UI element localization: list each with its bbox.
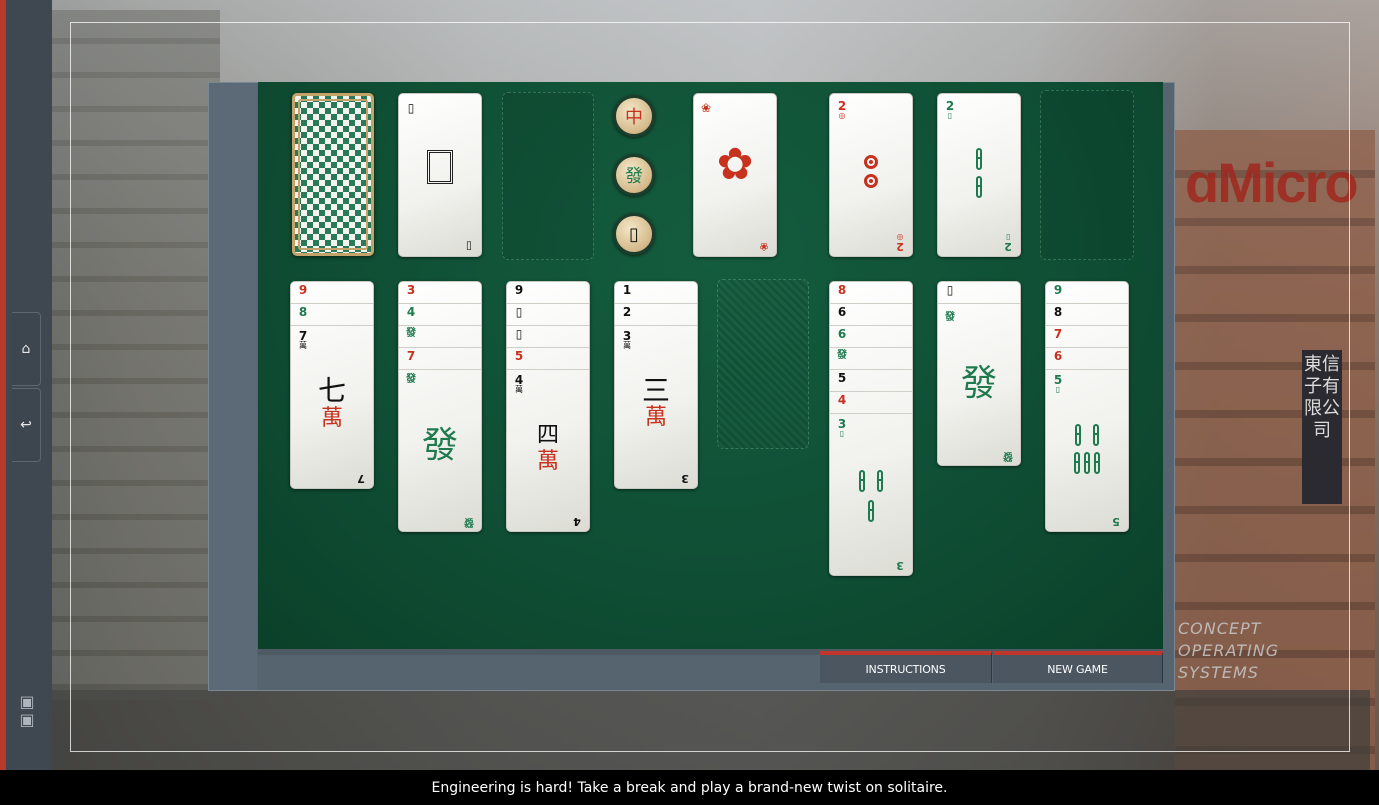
strip-rank: ▯ [515,305,523,319]
strip-rank: 8 [837,283,847,297]
instructions-button[interactable]: INSTRUCTIONS [820,651,992,683]
top-card-corner: 發 [464,516,474,527]
cs-logo-icon: ▣ ▣ [19,692,35,729]
concept-line-1: CONCEPT [1178,619,1262,638]
foundation-coins-rank: 2 ◎ [837,99,847,120]
home-button[interactable]: ⌂ [12,312,41,386]
bamboo-face [938,148,1020,202]
top-card-corner: 5 [1112,515,1120,528]
dragon-green-label: 發 [625,166,643,187]
strip-rank: 6 [837,327,847,341]
flower-icon: ✿ [716,139,754,190]
free-cell-slot[interactable] [502,92,594,260]
strip-rank: 4 [837,393,847,407]
top-card-char: 發 [421,425,458,466]
strip-rank: 9 [514,283,524,297]
coins-face [830,154,912,192]
tableau-column-5-empty[interactable] [717,279,809,449]
strip-rank: 6 [837,305,847,319]
top-card-corner: 7 [357,472,365,485]
foundation-coins-corner: 2 ◎ [896,233,904,253]
dragon-button-red[interactable]: 中 [613,95,655,137]
foundation-bamboo-rank: 2 ▯ [945,99,955,120]
top-card-rank: 3 ▯ [837,417,847,438]
tableau-column-7[interactable]: ▯ 發 發 發 [937,281,1021,466]
strip-rank: ▯ [946,283,954,297]
flower-card-bottom-corner: ❀ [759,240,769,253]
strip-rank: 4 [406,305,416,319]
dragon-button-green[interactable]: 發 [613,154,655,196]
waste-card-corner: ▯ [465,240,473,253]
top-card-rank: 4萬 [514,373,524,394]
left-rail: ⌂ ↩ ▣ ▣ [0,0,52,770]
flower-card-corner: ❀ [701,101,712,115]
waste-card-face [399,150,481,188]
stock-pile-card-back[interactable] [292,93,374,256]
top-card-wan: 萬 [320,406,343,431]
strip-rank: 3 [406,283,416,297]
strip-rank: 9 [1053,283,1063,297]
strip-rank: 發 [837,350,847,361]
window-left-panel [209,83,257,690]
top-card-char: 七 [317,374,346,407]
top-card-rank: 發 [945,312,955,323]
strip-rank: ▯ [515,327,523,341]
strip-rank: 8 [1053,305,1063,319]
flower-card[interactable]: ❀ ✿ ❀ [693,93,777,257]
top-card-corner: 3 [681,472,689,485]
strip-rank: 8 [298,305,308,319]
top-card-wan: 萬 [536,449,559,474]
top-card-char: 四 [536,423,559,448]
strip-rank: 6 [1053,349,1063,363]
top-card-rank: 3萬 [622,329,632,350]
waste-card-rank: ▯ [407,101,415,115]
top-card-corner: 3 [896,559,904,572]
top-card-corner: 4 [573,515,581,528]
strip-rank: 1 [622,283,632,297]
back-button[interactable]: ↩ [12,388,41,462]
dragon-white-label: ▯ [629,223,639,245]
strip-rank: 7 [1053,327,1063,341]
tableau-column-6[interactable]: 8 6 6 發 5 4 3 ▯ 3 [829,281,913,576]
strip-rank: 5 [837,371,847,385]
dragon-red-label: 中 [625,107,643,128]
bamboo-three-face [830,470,912,526]
strip-rank: 5 [514,349,524,363]
foundation-bamboo[interactable]: 2 ▯ 2 ▯ [937,93,1021,257]
dragon-button-white[interactable]: ▯ [613,213,655,255]
background-sign: ɑMicro [1185,151,1359,214]
background-concept-text: CONCEPT OPERATING SYSTEMS [1178,618,1279,684]
top-card-corner: 發 [1003,450,1013,461]
top-card-rank: 5 ▯ [1053,373,1063,394]
tableau-column-8[interactable]: 9 8 7 6 5 ▯ 5 [1045,281,1129,532]
foundation-empty-slot[interactable] [1040,90,1134,260]
tableau-column-4[interactable]: 1 2 3萬 三 萬 3 [614,281,698,489]
undo-icon: ↩ [20,417,32,433]
home-icon: ⌂ [21,341,31,357]
background-building-left [50,10,220,700]
tableau-column-2[interactable]: 3 4 發 7 發 發 發 [398,281,482,532]
strip-rank: 7 [406,349,416,363]
background-street [50,690,1370,770]
top-card-wan: 萬 [644,405,667,430]
strip-rank: 發 [406,328,416,339]
tableau-column-3[interactable]: 9 ▯ ▯ 5 4萬 四 萬 4 [506,281,590,532]
top-card-rank: 發 [406,374,416,385]
strip-rank: 9 [298,283,308,297]
concept-line-2: OPERATING [1178,641,1280,660]
strip-rank: 2 [622,305,632,319]
new-game-button[interactable]: NEW GAME [993,651,1163,683]
waste-card[interactable]: ▯ ▯ [398,93,482,257]
top-card-char: 三 [641,374,670,407]
top-card-char: 發 [960,363,997,404]
bamboo-five-face [1046,424,1128,478]
top-card-rank: 7萬 [298,329,308,350]
background-chinese-sign: 東信子有限公司 [1302,350,1342,504]
foundation-bamboo-corner: 2 ▯ [1004,233,1012,253]
concept-line-3: SYSTEMS [1178,663,1259,682]
foundation-coins[interactable]: 2 ◎ 2 ◎ [829,93,913,257]
tableau-column-1[interactable]: 9 8 7萬 七 萬 7 [290,281,374,489]
caption-bar: Engineering is hard! Take a break and pl… [0,770,1379,805]
